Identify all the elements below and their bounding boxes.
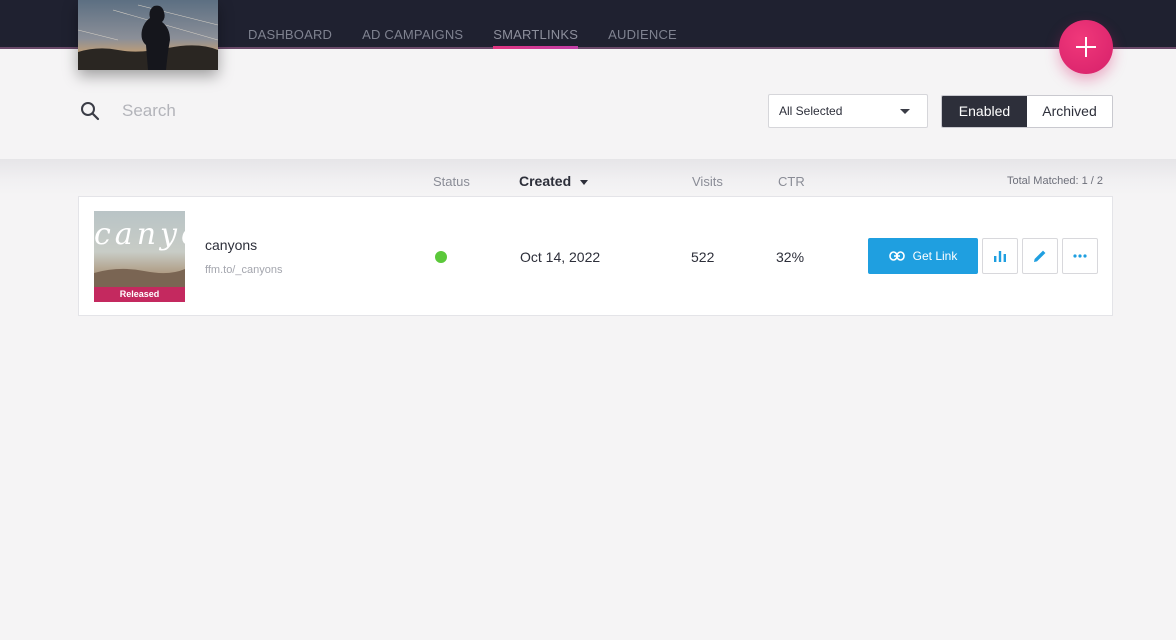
get-link-label: Get Link bbox=[912, 249, 958, 263]
nav-label-ad-campaigns: AD CAMPAIGNS bbox=[362, 27, 464, 42]
release-cover-art[interactable]: canyons Released bbox=[94, 211, 185, 302]
nav-label-smartlinks: SMARTLINKS bbox=[493, 27, 579, 42]
sort-caret-icon[interactable] bbox=[580, 180, 588, 185]
nav-item-audience[interactable]: AUDIENCE bbox=[608, 0, 677, 48]
pencil-icon bbox=[1034, 250, 1046, 262]
released-badge: Released bbox=[94, 287, 185, 302]
column-header-created[interactable]: Created bbox=[519, 173, 571, 189]
ctr-value: 32% bbox=[776, 249, 805, 265]
created-date: Oct 14, 2022 bbox=[520, 249, 601, 265]
profile-image[interactable] bbox=[78, 0, 218, 70]
nav-item-ad-campaigns[interactable]: AD CAMPAIGNS bbox=[362, 0, 463, 48]
chevron-down-icon bbox=[900, 109, 910, 114]
table-header-band bbox=[0, 159, 1176, 195]
get-link-button[interactable]: Get Link bbox=[868, 238, 978, 274]
link-icon bbox=[888, 251, 905, 261]
total-matched-count: Total Matched: 1 / 2 bbox=[1007, 175, 1103, 187]
column-header-ctr: CTR bbox=[778, 174, 805, 189]
status-filter-value: All Selected bbox=[779, 104, 843, 118]
nav-item-dashboard[interactable]: DASHBOARD bbox=[248, 0, 332, 48]
archived-tab[interactable]: Archived bbox=[1027, 96, 1112, 127]
smartlink-title[interactable]: canyons bbox=[205, 237, 257, 253]
more-horizontal-icon bbox=[1073, 254, 1087, 258]
status-indicator bbox=[435, 251, 447, 263]
search-icon bbox=[81, 102, 100, 121]
column-header-status: Status bbox=[433, 174, 470, 189]
enabled-tab[interactable]: Enabled bbox=[942, 96, 1027, 127]
visits-count: 522 bbox=[691, 249, 715, 265]
cover-art-text: canyons bbox=[94, 217, 185, 252]
plus-icon bbox=[1076, 37, 1096, 57]
create-button[interactable] bbox=[1059, 20, 1113, 74]
smartlink-url[interactable]: ffm.to/_canyons bbox=[205, 264, 282, 276]
table-row: canyons Released canyons ffm.to/_canyons… bbox=[78, 196, 1113, 316]
profile-photo-graphic bbox=[78, 0, 218, 70]
nav-label-audience: AUDIENCE bbox=[608, 27, 677, 42]
bar-chart-icon bbox=[994, 251, 1006, 262]
enabled-archived-toggle: Enabled Archived bbox=[941, 95, 1113, 128]
status-filter-select[interactable]: All Selected bbox=[768, 94, 928, 128]
search-input[interactable] bbox=[110, 95, 410, 127]
stats-button[interactable] bbox=[982, 238, 1018, 274]
nav-item-smartlinks[interactable]: SMARTLINKS bbox=[493, 0, 579, 49]
nav-label-dashboard: DASHBOARD bbox=[248, 27, 333, 42]
column-header-visits: Visits bbox=[692, 174, 723, 189]
more-options-button[interactable] bbox=[1062, 238, 1098, 274]
main-nav: DASHBOARD AD CAMPAIGNS SMARTLINKS AUDIEN… bbox=[248, 0, 707, 49]
edit-button[interactable] bbox=[1022, 238, 1058, 274]
